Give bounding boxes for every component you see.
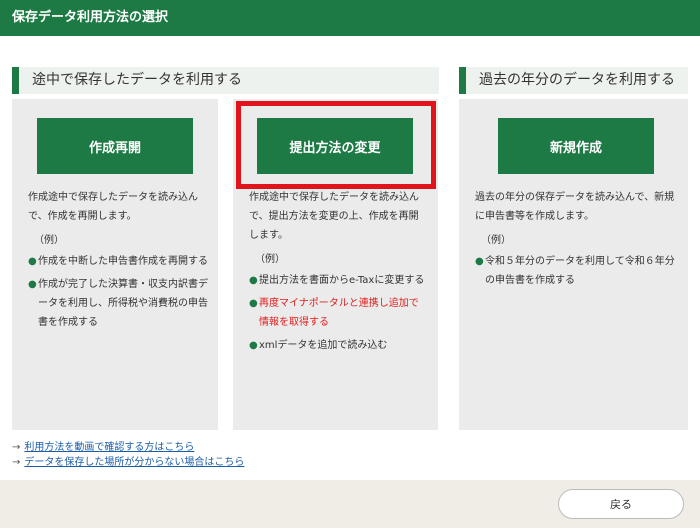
footer-bar: 戻る (0, 480, 700, 528)
example-text: 作成を中断した申告書作成を再開する (38, 256, 208, 267)
panel-description: 作成途中で保存したデータを読み込んで、提出方法を変更の上、作成を再開します。 （… (249, 188, 427, 359)
list-item: ● 令和５年分のデータを利用して令和６年分の申告書を作成する (475, 252, 681, 290)
list-item: ● 作成が完了した決算書・収支内訳書データを利用し、所得税や消費税の申告書を作成す… (28, 275, 208, 332)
bullet-icon: ● (249, 340, 258, 351)
arrow-right-icon: → (12, 442, 21, 453)
panel-description: 過去の年分の保存データを読み込んで、新規に申告書等を作成します。 （例） ● 令和… (475, 188, 681, 294)
example-list: ● 令和５年分のデータを利用して令和６年分の申告書を作成する (475, 252, 681, 290)
arrow-right-icon: → (12, 457, 21, 468)
example-list: ● 作成を中断した申告書作成を再開する ● 作成が完了した決算書・収支内訳書データを… (28, 252, 208, 332)
new-creation-button[interactable]: 新規作成 (498, 118, 654, 174)
example-label: （例） (34, 235, 64, 246)
example-text: 令和５年分のデータを利用して令和６年分の申告書を作成する (485, 256, 675, 286)
back-button[interactable]: 戻る (558, 489, 684, 519)
list-item: ● xmlデータを追加で読み込む (249, 336, 427, 355)
example-list: ● 提出方法を書面からe-Taxに変更する ● 再度マイナポータルと連携し追加で情報… (249, 271, 427, 355)
highlight-frame (236, 101, 436, 189)
bullet-icon: ● (28, 279, 37, 290)
panel-resume: 作成再開 作成途中で保存したデータを読み込んで、作成を再開します。 （例） ● 作… (12, 99, 218, 430)
page-title: 保存データ利用方法の選択 (0, 0, 700, 36)
example-text: 再度マイナポータルと連携し追加で情報を取得する (259, 298, 419, 328)
description-text: 作成途中で保存したデータを読み込んで、提出方法を変更の上、作成を再開します。 (249, 192, 419, 241)
video-guide-link[interactable]: 利用方法を動画で確認する方はこちら (24, 442, 194, 453)
example-text: 提出方法を書面からe-Taxに変更する (259, 275, 425, 286)
bullet-icon: ● (249, 298, 258, 309)
panel-description: 作成途中で保存したデータを読み込んで、作成を再開します。 （例） ● 作成を中断し… (28, 188, 208, 336)
section-title-saved-in-progress: 途中で保存したデータを利用する (12, 67, 439, 94)
list-item: ● 再度マイナポータルと連携し追加で情報を取得する (249, 294, 427, 332)
bullet-icon: ● (249, 275, 258, 286)
panel-new-creation: 新規作成 過去の年分の保存データを読み込んで、新規に申告書等を作成します。 （例… (459, 99, 688, 430)
bullet-icon: ● (475, 256, 484, 267)
resume-button[interactable]: 作成再開 (37, 118, 193, 174)
list-item: ● 提出方法を書面からe-Taxに変更する (249, 271, 427, 290)
description-text: 過去の年分の保存データを読み込んで、新規に申告書等を作成します。 (475, 192, 675, 222)
list-item: → 利用方法を動画で確認する方はこちら (12, 440, 244, 455)
list-item: → データを保存した場所が分からない場合はこちら (12, 455, 244, 470)
save-location-help-link[interactable]: データを保存した場所が分からない場合はこちら (24, 457, 244, 468)
example-label: （例） (481, 235, 511, 246)
bullet-icon: ● (28, 256, 37, 267)
description-text: 作成途中で保存したデータを読み込んで、作成を再開します。 (28, 192, 198, 222)
example-text: xmlデータを追加で読み込む (259, 340, 388, 351)
help-links: → 利用方法を動画で確認する方はこちら → データを保存した場所が分からない場合はこ… (12, 440, 244, 470)
list-item: ● 作成を中断した申告書作成を再開する (28, 252, 208, 271)
section-title-past-year: 過去の年分のデータを利用する (459, 67, 688, 94)
example-text: 作成が完了した決算書・収支内訳書データを利用し、所得税や消費税の申告書を作成する (38, 279, 208, 328)
example-label: （例） (255, 254, 285, 265)
